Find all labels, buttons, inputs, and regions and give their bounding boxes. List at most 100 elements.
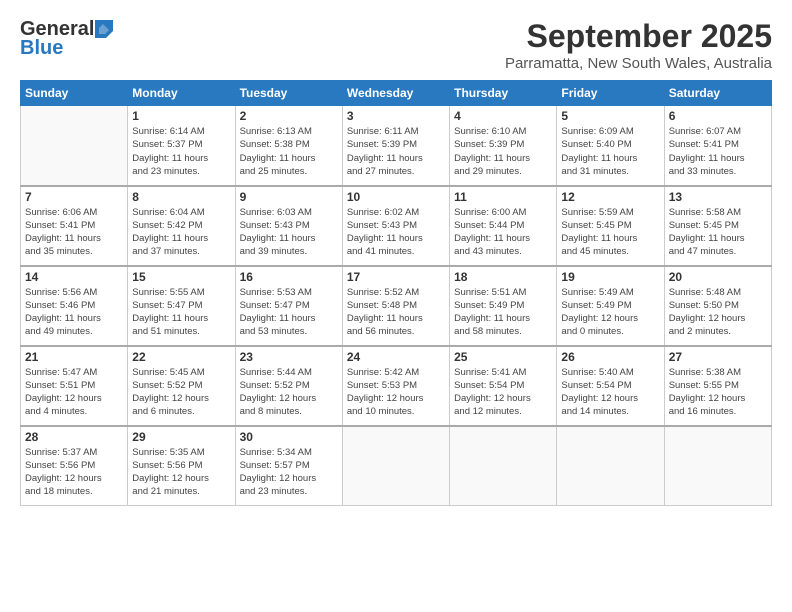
header-wednesday: Wednesday — [342, 81, 449, 106]
day-info: Sunrise: 6:04 AM Sunset: 5:42 PM Dayligh… — [132, 206, 230, 259]
day-info: Sunrise: 5:37 AM Sunset: 5:56 PM Dayligh… — [25, 446, 123, 499]
calendar-body: 1 Sunrise: 6:14 AM Sunset: 5:37 PM Daylig… — [21, 106, 772, 506]
day-number: 28 — [25, 430, 123, 444]
day-number: 17 — [347, 270, 445, 284]
day-info: Sunrise: 5:53 AM Sunset: 5:47 PM Dayligh… — [240, 286, 338, 339]
day-number: 8 — [132, 190, 230, 204]
table-row — [342, 426, 449, 506]
calendar-header: Sunday Monday Tuesday Wednesday Thursday… — [21, 81, 772, 106]
day-info: Sunrise: 6:13 AM Sunset: 5:38 PM Dayligh… — [240, 125, 338, 178]
day-number: 19 — [561, 270, 659, 284]
table-row: 25Sunrise: 5:41 AM Sunset: 5:54 PM Dayli… — [450, 346, 557, 426]
header-friday: Friday — [557, 81, 664, 106]
day-number: 29 — [132, 430, 230, 444]
day-info: Sunrise: 5:42 AM Sunset: 5:53 PM Dayligh… — [347, 366, 445, 419]
table-row: 14Sunrise: 5:56 AM Sunset: 5:46 PM Dayli… — [21, 266, 128, 346]
table-row: 2 Sunrise: 6:13 AM Sunset: 5:38 PM Daylig… — [235, 106, 342, 186]
day-info: Sunrise: 6:11 AM Sunset: 5:39 PM Dayligh… — [347, 125, 445, 178]
table-row — [450, 426, 557, 506]
logo: General Blue — [20, 18, 113, 60]
table-row: 29 Sunrise: 5:35 AM Sunset: 5:56 PM Dayli… — [128, 426, 235, 506]
table-row: 10 Sunrise: 6:02 AM Sunset: 5:43 PM Dayli… — [342, 186, 449, 266]
table-row: 20 Sunrise: 5:48 AM Sunset: 5:50 PM Dayli… — [664, 266, 771, 346]
table-row: 13 Sunrise: 5:58 AM Sunset: 5:45 PM Dayli… — [664, 186, 771, 266]
day-number: 5 — [561, 109, 659, 123]
day-info: Sunrise: 6:02 AM Sunset: 5:43 PM Dayligh… — [347, 206, 445, 259]
day-info: Sunrise: 5:59 AM Sunset: 5:45 PM Dayligh… — [561, 206, 659, 259]
day-number: 24 — [347, 350, 445, 364]
table-row: 6 Sunrise: 6:07 AM Sunset: 5:41 PM Daylig… — [664, 106, 771, 186]
day-info: Sunrise: 5:56 AM Sunset: 5:46 PM Dayligh… — [25, 286, 123, 339]
day-info: Sunrise: 5:41 AM Sunset: 5:54 PM Dayligh… — [454, 366, 552, 419]
day-number: 7 — [25, 190, 123, 204]
day-info: Sunrise: 6:06 AM Sunset: 5:41 PM Dayligh… — [25, 206, 123, 259]
table-row: 19 Sunrise: 5:49 AM Sunset: 5:49 PM Dayli… — [557, 266, 664, 346]
table-row: 8 Sunrise: 6:04 AM Sunset: 5:42 PM Daylig… — [128, 186, 235, 266]
day-number: 30 — [240, 430, 338, 444]
table-row: 18 Sunrise: 5:51 AM Sunset: 5:49 PM Dayli… — [450, 266, 557, 346]
day-info: Sunrise: 5:38 AM Sunset: 5:55 PM Dayligh… — [669, 366, 767, 419]
day-number: 18 — [454, 270, 552, 284]
day-number: 15 — [132, 270, 230, 284]
day-info: Sunrise: 6:09 AM Sunset: 5:40 PM Dayligh… — [561, 125, 659, 178]
table-row: 16 Sunrise: 5:53 AM Sunset: 5:47 PM Dayli… — [235, 266, 342, 346]
table-row: 28 Sunrise: 5:37 AM Sunset: 5:56 PM Dayli… — [21, 426, 128, 506]
day-number: 4 — [454, 109, 552, 123]
day-info: Sunrise: 5:52 AM Sunset: 5:48 PM Dayligh… — [347, 286, 445, 339]
day-number: 20 — [669, 270, 767, 284]
day-info: Sunrise: 5:51 AM Sunset: 5:49 PM Dayligh… — [454, 286, 552, 339]
title-section: September 2025 Parramatta, New South Wal… — [505, 18, 772, 72]
table-row — [557, 426, 664, 506]
day-info: Sunrise: 5:58 AM Sunset: 5:45 PM Dayligh… — [669, 206, 767, 259]
day-number: 23 — [240, 350, 338, 364]
logo-blue-text: Blue — [20, 37, 63, 60]
table-row: 30 Sunrise: 5:34 AM Sunset: 5:57 PM Dayli… — [235, 426, 342, 506]
day-info: Sunrise: 5:35 AM Sunset: 5:56 PM Dayligh… — [132, 446, 230, 499]
day-number: 27 — [669, 350, 767, 364]
day-number: 26 — [561, 350, 659, 364]
table-row: 3Sunrise: 6:11 AM Sunset: 5:39 PM Daylig… — [342, 106, 449, 186]
day-number: 21 — [25, 350, 123, 364]
logo-icon — [95, 20, 113, 38]
month-title: September 2025 — [505, 18, 772, 55]
table-row: 27 Sunrise: 5:38 AM Sunset: 5:55 PM Dayli… — [664, 346, 771, 426]
calendar-table: Sunday Monday Tuesday Wednesday Thursday… — [20, 80, 772, 506]
day-number: 10 — [347, 190, 445, 204]
day-info: Sunrise: 5:45 AM Sunset: 5:52 PM Dayligh… — [132, 366, 230, 419]
day-info: Sunrise: 5:49 AM Sunset: 5:49 PM Dayligh… — [561, 286, 659, 339]
table-row: 15Sunrise: 5:55 AM Sunset: 5:47 PM Dayli… — [128, 266, 235, 346]
table-row: 21 Sunrise: 5:47 AM Sunset: 5:51 PM Dayli… — [21, 346, 128, 426]
day-number: 6 — [669, 109, 767, 123]
day-info: Sunrise: 5:40 AM Sunset: 5:54 PM Dayligh… — [561, 366, 659, 419]
header-monday: Monday — [128, 81, 235, 106]
page-header: General Blue September 2025 Parramatta, … — [20, 18, 772, 72]
day-number: 12 — [561, 190, 659, 204]
table-row: 4 Sunrise: 6:10 AM Sunset: 5:39 PM Daylig… — [450, 106, 557, 186]
day-number: 11 — [454, 190, 552, 204]
day-number: 16 — [240, 270, 338, 284]
table-row: 9 Sunrise: 6:03 AM Sunset: 5:43 PM Daylig… — [235, 186, 342, 266]
day-number: 9 — [240, 190, 338, 204]
day-number: 2 — [240, 109, 338, 123]
table-row: 24 Sunrise: 5:42 AM Sunset: 5:53 PM Dayli… — [342, 346, 449, 426]
day-info: Sunrise: 6:07 AM Sunset: 5:41 PM Dayligh… — [669, 125, 767, 178]
header-sunday: Sunday — [21, 81, 128, 106]
table-row — [21, 106, 128, 186]
day-info: Sunrise: 6:14 AM Sunset: 5:37 PM Dayligh… — [132, 125, 230, 178]
day-info: Sunrise: 5:34 AM Sunset: 5:57 PM Dayligh… — [240, 446, 338, 499]
table-row: 26 Sunrise: 5:40 AM Sunset: 5:54 PM Dayli… — [557, 346, 664, 426]
day-info: Sunrise: 6:00 AM Sunset: 5:44 PM Dayligh… — [454, 206, 552, 259]
day-info: Sunrise: 6:03 AM Sunset: 5:43 PM Dayligh… — [240, 206, 338, 259]
table-row: 11 Sunrise: 6:00 AM Sunset: 5:44 PM Dayli… — [450, 186, 557, 266]
table-row: 22 Sunrise: 5:45 AM Sunset: 5:52 PM Dayli… — [128, 346, 235, 426]
day-number: 13 — [669, 190, 767, 204]
day-info: Sunrise: 5:47 AM Sunset: 5:51 PM Dayligh… — [25, 366, 123, 419]
day-info: Sunrise: 6:10 AM Sunset: 5:39 PM Dayligh… — [454, 125, 552, 178]
header-thursday: Thursday — [450, 81, 557, 106]
table-row: 17 Sunrise: 5:52 AM Sunset: 5:48 PM Dayli… — [342, 266, 449, 346]
day-info: Sunrise: 5:48 AM Sunset: 5:50 PM Dayligh… — [669, 286, 767, 339]
table-row: 23Sunrise: 5:44 AM Sunset: 5:52 PM Dayli… — [235, 346, 342, 426]
day-number: 1 — [132, 109, 230, 123]
day-number: 22 — [132, 350, 230, 364]
table-row: 7 Sunrise: 6:06 AM Sunset: 5:41 PM Daylig… — [21, 186, 128, 266]
